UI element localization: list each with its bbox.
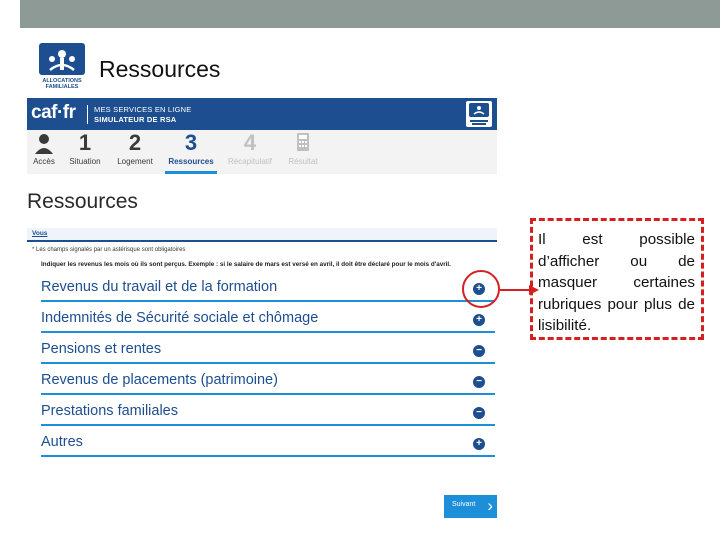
collapse-toggle-icon[interactable]: − [473, 376, 485, 388]
section-autres[interactable]: Autres + [41, 431, 495, 457]
section-label: Revenus de placements (patrimoine) [41, 372, 278, 388]
slide-top-band [0, 0, 720, 28]
brand-logo[interactable]: caf·fr [31, 102, 76, 124]
instruction-text: Indiquer les revenus les mois où ils son… [41, 261, 451, 268]
header-divider [87, 105, 88, 124]
caf-logo [466, 101, 492, 127]
person-icon [35, 134, 53, 154]
step-label: Ressources [168, 157, 214, 166]
next-button[interactable]: Suivant › [444, 495, 497, 518]
progress-steps: Accès 1 Situation 2 Logement 3 Ressource… [27, 130, 497, 174]
svg-text:FAMILIALES: FAMILIALES [46, 84, 79, 90]
step-number: 3 [184, 130, 198, 155]
step-resultat: Résultat [283, 130, 323, 174]
step-number: 4 [243, 130, 257, 155]
collapse-toggle-icon[interactable]: − [473, 345, 485, 357]
page-heading: Ressources [27, 190, 138, 213]
simulator-screenshot: caf·fr MES SERVICES EN LIGNE SIMULATEUR … [27, 98, 497, 520]
callout-text: Il est possible d’afficher ou de masquer… [538, 231, 695, 334]
step-situation[interactable]: 1 Situation [65, 130, 105, 174]
step-label: Récapitulatif [227, 157, 273, 166]
section-pensions[interactable]: Pensions et rentes − [41, 338, 495, 364]
section-label: Autres [41, 434, 83, 450]
section-revenus-travail[interactable]: Revenus du travail et de la formation + [41, 276, 495, 302]
section-placements[interactable]: Revenus de placements (patrimoine) − [41, 369, 495, 395]
tab-vous[interactable]: Vous [32, 230, 47, 237]
next-button-label: Suivant [452, 501, 476, 508]
section-indemnites[interactable]: Indemnités de Sécurité sociale et chômag… [41, 307, 495, 333]
step-label: Accès [33, 157, 55, 166]
step-label: Situation [69, 157, 101, 166]
step-number: 2 [128, 130, 142, 155]
step-label: Résultat [288, 157, 318, 166]
header-services-label: MES SERVICES EN LIGNE [94, 105, 192, 114]
section-label: Revenus du travail et de la formation [41, 279, 278, 295]
step-recapitulatif: 4 Récapitulatif [223, 130, 277, 174]
slide-title: Ressources [99, 56, 221, 82]
step-ressources[interactable]: 3 Ressources [165, 130, 217, 174]
header-simulator-label: SIMULATEUR DE RSA [94, 115, 177, 124]
slide-top-band-left [0, 0, 20, 28]
calculator-icon [297, 133, 309, 151]
section-prestations[interactable]: Prestations familiales − [41, 400, 495, 426]
expand-toggle-icon[interactable]: + [473, 438, 485, 450]
step-label: Logement [117, 157, 153, 166]
section-label: Prestations familiales [41, 403, 178, 419]
collapse-toggle-icon[interactable]: − [473, 407, 485, 419]
mandatory-note: * Les champs signalés par un astérisque … [32, 247, 186, 253]
app-header: caf·fr MES SERVICES EN LIGNE SIMULATEUR … [27, 98, 497, 130]
caf-allocations-familiales-logo: ALLOCATIONS FAMILIALES [36, 42, 88, 90]
person-tab-bar: Vous [27, 228, 497, 242]
step-acces[interactable]: Accès [29, 130, 59, 174]
section-label: Indemnités de Sécurité sociale et chômag… [41, 310, 319, 326]
chevron-right-icon: › [487, 496, 493, 515]
section-label: Pensions et rentes [41, 341, 162, 357]
step-number: 1 [78, 130, 92, 155]
annotation-callout: Il est possible d’afficher ou de masquer… [530, 218, 704, 340]
expand-toggle-icon[interactable]: + [473, 314, 485, 326]
step-logement[interactable]: 2 Logement [111, 130, 159, 174]
